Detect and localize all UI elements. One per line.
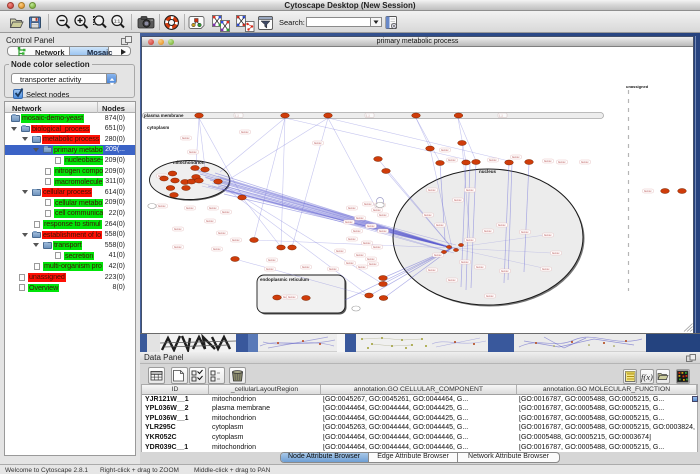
- svg-text:Gxxxx: Gxxxx: [348, 206, 356, 210]
- svg-text:Gxxxx: Gxxxx: [521, 230, 529, 234]
- svg-text:Gxxxx: Gxxxx: [266, 267, 274, 271]
- svg-text:Gxxxx: Gxxxx: [441, 148, 449, 152]
- svg-text:Gxxxx: Gxxxx: [288, 295, 296, 299]
- svg-text:Search:: Search:: [279, 18, 305, 27]
- svg-text:Gxxxx: Gxxxx: [353, 229, 361, 233]
- svg-text:nucleus: nucleus: [479, 169, 497, 174]
- svg-text:endoplasmic reticulum: endoplasmic reticulum: [260, 277, 309, 282]
- svg-text:Gxxxx: Gxxxx: [486, 294, 494, 298]
- svg-text:plasma membrane: plasma membrane: [144, 113, 184, 118]
- svg-text:Gxxxx: Gxxxx: [364, 202, 372, 206]
- svg-text:Gxxxx: Gxxxx: [434, 253, 442, 257]
- svg-text:mitochondrion: mitochondrion: [173, 160, 205, 165]
- svg-text:Gxxxx: Gxxxx: [489, 158, 497, 162]
- svg-text:[..]: [..]: [367, 113, 370, 117]
- svg-text:Gxxxx: Gxxxx: [345, 220, 353, 224]
- svg-text:Gxxxx: Gxxxx: [348, 237, 356, 241]
- svg-text:Gxxxx: Gxxxx: [232, 238, 240, 242]
- svg-text:Gxxxx: Gxxxx: [209, 206, 217, 210]
- svg-text:Gxxxx: Gxxxx: [336, 249, 344, 253]
- svg-text:[..]: [..]: [236, 113, 239, 117]
- svg-text:Gxxxx: Gxxxx: [356, 253, 364, 257]
- svg-text:unassigned: unassigned: [626, 84, 649, 89]
- svg-text:Gxxxx: Gxxxx: [544, 159, 552, 163]
- svg-text:Gxxxx: Gxxxx: [367, 224, 375, 228]
- svg-text:Gxxxx: Gxxxx: [461, 260, 469, 264]
- svg-text:1:1: 1:1: [114, 19, 121, 24]
- svg-text:Gxxxx: Gxxxx: [644, 189, 652, 193]
- svg-text:Gxxxx: Gxxxx: [379, 213, 387, 217]
- svg-text:Gxxxx: Gxxxx: [552, 251, 560, 255]
- svg-text:Gxxxx: Gxxxx: [466, 188, 474, 192]
- svg-text:Gxxxx: Gxxxx: [213, 247, 221, 251]
- svg-text:Gxxxx: Gxxxx: [512, 155, 520, 159]
- svg-text:Gxxxx: Gxxxx: [484, 229, 492, 233]
- svg-text:Gxxxx: Gxxxx: [379, 229, 387, 233]
- svg-text:Gxxxx: Gxxxx: [268, 258, 276, 262]
- svg-text:Gxxxx: Gxxxx: [424, 213, 432, 217]
- svg-text:Gxxxx: Gxxxx: [373, 245, 381, 249]
- svg-text:Gxxxx: Gxxxx: [241, 130, 249, 134]
- svg-text:Gxxxx: Gxxxx: [346, 261, 354, 265]
- svg-text:Gxxxx: Gxxxx: [428, 188, 436, 192]
- svg-text:Gxxxx: Gxxxx: [373, 208, 381, 212]
- svg-text:Gxxxx: Gxxxx: [174, 227, 182, 231]
- svg-text:Gxxxx: Gxxxx: [428, 268, 436, 272]
- svg-text:Gxxxx: Gxxxx: [363, 241, 371, 245]
- svg-text:Gxxxx: Gxxxx: [544, 233, 552, 237]
- svg-text:Gxxxx: Gxxxx: [329, 267, 337, 271]
- svg-text:f(x): f(x): [641, 372, 653, 382]
- svg-text:Gxxxx: Gxxxx: [558, 160, 566, 164]
- svg-text:cytoplasm: cytoplasm: [147, 125, 169, 130]
- svg-text:Gxxxx: Gxxxx: [182, 136, 190, 140]
- svg-text:Gxxxx: Gxxxx: [448, 278, 456, 282]
- svg-text:Gxxxx: Gxxxx: [476, 265, 484, 269]
- svg-text:Gxxxx: Gxxxx: [498, 223, 506, 227]
- svg-text:Gxxxx: Gxxxx: [186, 206, 194, 210]
- svg-text:Gxxxx: Gxxxx: [174, 245, 182, 249]
- svg-text:Gxxxx: Gxxxx: [501, 269, 509, 273]
- svg-text:Gxxxx: Gxxxx: [466, 238, 474, 242]
- svg-text:Gxxxx: Gxxxx: [206, 219, 214, 223]
- svg-text:Gxxxx: Gxxxx: [448, 158, 456, 162]
- svg-text:Gxxxx: Gxxxx: [302, 265, 310, 269]
- svg-text:Gxxxx: Gxxxx: [369, 262, 377, 266]
- svg-text:Gxxxx: Gxxxx: [189, 150, 197, 154]
- svg-text:[..]: [..]: [500, 113, 503, 117]
- svg-text:Gxxxx: Gxxxx: [314, 141, 322, 145]
- svg-text:Gxxxx: Gxxxx: [542, 267, 550, 271]
- svg-text:Gxxxx: Gxxxx: [358, 265, 366, 269]
- svg-text:Gxxxx: Gxxxx: [454, 198, 462, 202]
- svg-text:Gxxxx: Gxxxx: [367, 257, 375, 261]
- svg-text:Gxxxx: Gxxxx: [218, 231, 226, 235]
- svg-text:Gxxxx: Gxxxx: [222, 210, 230, 214]
- svg-text:Gxxxx: Gxxxx: [436, 223, 444, 227]
- svg-text:Gxxxx: Gxxxx: [158, 204, 166, 208]
- svg-text:Gxxxx: Gxxxx: [356, 216, 364, 220]
- svg-text:Gxxxx: Gxxxx: [581, 160, 589, 164]
